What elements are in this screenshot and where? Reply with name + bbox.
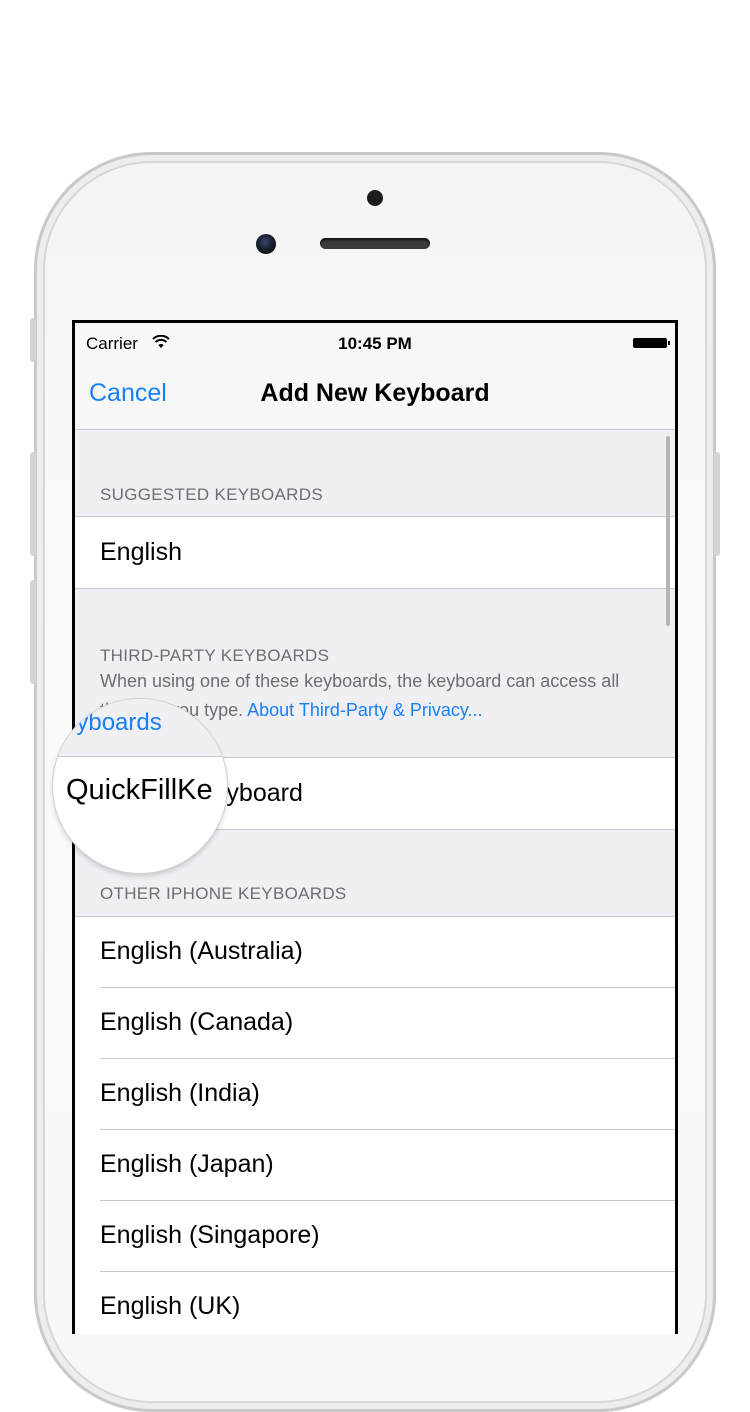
keyboard-cell-label: English (Singapore)	[100, 1221, 320, 1249]
magnifier-loupe: eyboards QuickFillKe	[53, 699, 227, 873]
status-bar: Carrier 10:45 PM	[75, 323, 675, 365]
keyboard-cell-label: English (India)	[100, 1079, 260, 1107]
proximity-sensor	[367, 190, 383, 206]
volume-down-button	[30, 580, 36, 684]
earpiece-speaker	[320, 238, 430, 249]
about-third-party-link[interactable]: About Third-Party	[247, 700, 388, 720]
front-camera	[256, 234, 276, 254]
volume-up-button	[30, 452, 36, 556]
magnifier-link-text: eyboards	[63, 709, 162, 736]
keyboard-cell-label: English (Canada)	[100, 1008, 294, 1036]
keyboard-cell-label: English	[100, 538, 182, 566]
section-header-suggested: SUGGESTED KEYBOARDS	[100, 485, 323, 504]
about-third-party-link-continued[interactable]: & Privacy...	[393, 700, 483, 720]
keyboard-cell-label: English (UK)	[100, 1292, 241, 1320]
keyboard-list[interactable]: SUGGESTED KEYBOARDS English THIRD-PARTY …	[75, 430, 675, 1334]
keyboard-cell-english-india[interactable]: English (India)	[75, 1059, 675, 1130]
magnifier-footer-area: eyboards	[53, 699, 227, 756]
section-header-third-party: THIRD-PARTY KEYBOARDS	[100, 646, 330, 665]
keyboard-cell-label: English (Australia)	[100, 937, 303, 965]
page-title: Add New Keyboard	[260, 379, 490, 407]
magnifier-cell-label: QuickFillKe	[66, 774, 213, 806]
keyboard-cell-english-japan[interactable]: English (Japan)	[75, 1130, 675, 1201]
keyboard-cell-english-uk[interactable]: English (UK)	[75, 1272, 675, 1334]
keyboard-cell-english-singapore[interactable]: English (Singapore)	[75, 1201, 675, 1272]
keyboard-cell-english-australia[interactable]: English (Australia)	[75, 917, 675, 988]
magnifier-separator	[53, 756, 227, 757]
status-time: 10:45 PM	[338, 334, 412, 353]
keyboard-cell-english-canada[interactable]: English (Canada)	[75, 988, 675, 1059]
mute-switch	[30, 318, 36, 362]
keyboard-cell-label: English (Japan)	[100, 1150, 274, 1178]
battery-icon	[633, 338, 670, 348]
section-header-other: OTHER IPHONE KEYBOARDS	[100, 884, 347, 903]
scroll-indicator[interactable]	[666, 436, 670, 626]
navigation-bar: Cancel Add New Keyboard	[75, 365, 675, 430]
keyboard-cell-english[interactable]: English	[75, 516, 675, 589]
power-button	[714, 452, 720, 556]
